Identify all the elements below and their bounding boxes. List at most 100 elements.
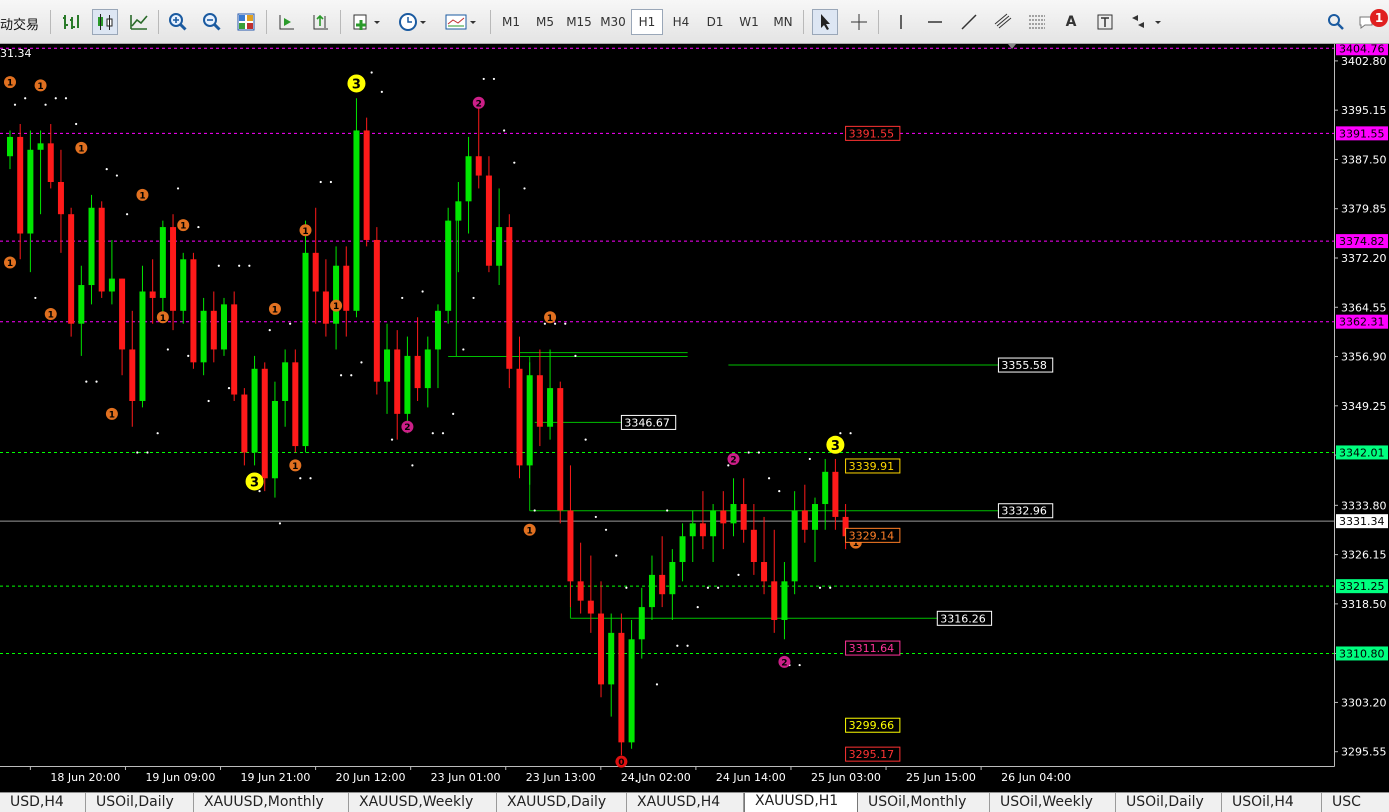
candle-body xyxy=(251,368,258,453)
timeframe-m15[interactable]: M15 xyxy=(563,9,595,35)
candle-body xyxy=(343,265,350,311)
sar-dot xyxy=(85,380,88,383)
toolbar-separator xyxy=(340,10,341,34)
chart-shift-icon xyxy=(313,14,328,30)
fibonacci-button[interactable] xyxy=(1024,9,1050,35)
sar-dot xyxy=(778,490,781,493)
arrows-button[interactable] xyxy=(1126,9,1166,35)
timeframe-w1[interactable]: W1 xyxy=(733,9,765,35)
sar-dot xyxy=(370,71,373,74)
candle-body xyxy=(801,510,808,530)
trendline-button[interactable] xyxy=(956,9,982,35)
candle-body xyxy=(333,265,340,324)
price-label: 3355.58 xyxy=(1001,359,1046,372)
price-chart[interactable]: 1 111111113111132211223103391.553355.5833… xyxy=(0,44,1389,792)
text-label-button[interactable] xyxy=(1092,9,1118,35)
sar-dot xyxy=(309,477,312,480)
chart-tab[interactable]: XAUUSD,H4 xyxy=(627,793,744,812)
crosshair-icon xyxy=(851,14,867,30)
tile-windows-button[interactable] xyxy=(233,9,259,35)
wave-count-label: 3 xyxy=(831,439,840,454)
horizontal-line-button[interactable] xyxy=(922,9,948,35)
timeframe-m5[interactable]: M5 xyxy=(529,9,561,35)
price-axis-label: 3402.80 xyxy=(1341,55,1387,68)
candle-body xyxy=(373,239,380,382)
timeframe-h4[interactable]: H4 xyxy=(665,9,697,35)
sar-dot xyxy=(54,97,57,100)
chart-tab[interactable]: XAUUSD,Weekly xyxy=(349,793,497,812)
price-axis-label: 3395.15 xyxy=(1341,104,1387,117)
time-axis-label: 20 Jun 12:00 xyxy=(336,771,406,784)
sar-dot xyxy=(686,644,689,647)
sar-dot xyxy=(401,296,404,300)
sar-dot xyxy=(604,528,608,531)
toolbar-separator xyxy=(878,10,879,34)
toolbar-separator xyxy=(490,10,491,34)
chart-tab[interactable]: USOil,Weekly xyxy=(990,793,1116,812)
sar-dot xyxy=(717,586,720,589)
plot-area xyxy=(0,44,1334,766)
templates-button[interactable] xyxy=(442,9,480,35)
zoom-out-button[interactable] xyxy=(199,9,225,35)
sar-dot xyxy=(268,329,271,332)
chart-tab[interactable]: USOil,Daily xyxy=(86,793,194,812)
search-button[interactable] xyxy=(1323,9,1349,35)
trendline-icon xyxy=(961,14,977,30)
candle-body xyxy=(119,278,126,350)
wave-count-label: 1 xyxy=(333,302,339,312)
candle-body xyxy=(68,214,75,324)
crosshair-button[interactable] xyxy=(846,9,872,35)
candle-body xyxy=(822,471,829,505)
sar-dot xyxy=(95,380,98,383)
chart-tab[interactable]: USD,H4 xyxy=(0,793,86,812)
sar-dot xyxy=(390,438,394,441)
price-label: 3339.91 xyxy=(849,460,895,473)
chart-shift-button[interactable] xyxy=(308,9,334,35)
candle-body xyxy=(628,639,635,743)
price-axis-label: 3318.50 xyxy=(1341,598,1387,611)
chart-tab[interactable]: USOil,Monthly xyxy=(858,793,990,812)
notification-badge[interactable]: 1 xyxy=(1370,9,1388,27)
periods-button[interactable] xyxy=(394,9,432,35)
bar-chart-button[interactable] xyxy=(58,9,84,35)
vertical-line-button[interactable] xyxy=(888,9,914,35)
chart-tab[interactable]: USC xyxy=(1322,793,1389,812)
candle-body xyxy=(139,291,146,401)
fibonacci-icon xyxy=(1029,15,1045,29)
sar-dot xyxy=(248,264,251,267)
auto-scroll-button[interactable] xyxy=(274,9,300,35)
zoom-in-button[interactable] xyxy=(165,9,191,35)
chart-tab[interactable]: XAUUSD,H1 xyxy=(744,793,858,812)
timeframe-h1[interactable]: H1 xyxy=(631,9,663,35)
candle-body xyxy=(200,310,207,363)
cursor-button[interactable] xyxy=(812,9,838,35)
tile-windows-icon xyxy=(237,13,255,31)
candlestick-button[interactable] xyxy=(92,9,118,35)
sar-dot xyxy=(75,122,78,126)
chart-tab[interactable]: XAUUSD,Daily xyxy=(497,793,627,812)
timeframe-m1[interactable]: M1 xyxy=(495,9,527,35)
line-chart-button[interactable] xyxy=(126,9,152,35)
chart-tab[interactable]: XAUUSD,Monthly xyxy=(194,793,349,812)
equidistant-channel-button[interactable] xyxy=(990,9,1016,35)
timeframe-d1[interactable]: D1 xyxy=(699,9,731,35)
price-axis-label: 3379.85 xyxy=(1341,203,1387,216)
candle-body xyxy=(78,285,85,324)
candle-body xyxy=(710,510,717,537)
chart-tab[interactable]: USOil,H4 xyxy=(1222,793,1322,812)
text-button[interactable]: A xyxy=(1058,9,1084,35)
price-axis-label: 3364.55 xyxy=(1341,301,1387,314)
candle-body xyxy=(577,581,584,601)
sar-dot xyxy=(289,322,292,325)
timeframe-mn[interactable]: MN xyxy=(767,9,799,35)
price-axis-label: 3387.50 xyxy=(1341,153,1387,166)
candle-body xyxy=(547,388,554,427)
timeframe-m30[interactable]: M30 xyxy=(597,9,629,35)
price-label: 3346.67 xyxy=(624,416,670,429)
text-icon: A xyxy=(1065,14,1077,30)
chart-tab[interactable]: USOil,Daily xyxy=(1116,793,1222,812)
bar-chart-icon xyxy=(63,15,79,29)
sar-dot xyxy=(13,103,17,106)
candle-body xyxy=(587,600,594,614)
indicators-button[interactable] xyxy=(348,9,386,35)
